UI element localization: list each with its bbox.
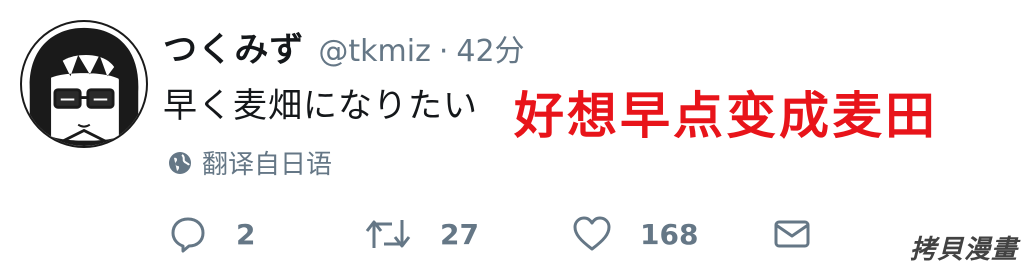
display-name[interactable]: つくみず [163, 22, 304, 71]
reply-button[interactable]: 2 [168, 214, 255, 254]
reply-icon [171, 217, 205, 253]
avatar-drawing [29, 27, 139, 146]
translate-link[interactable]: 翻译自日语 [168, 144, 332, 181]
translation-caption: 好想早点变成麦田 [514, 87, 938, 145]
separator-dot: · [438, 34, 449, 69]
direct-message-button[interactable] [772, 214, 812, 254]
like-button[interactable]: 168 [572, 214, 698, 254]
retweet-button[interactable]: 27 [364, 214, 479, 254]
like-count: 168 [640, 217, 699, 251]
user-handle[interactable]: @tkmiz [318, 34, 430, 69]
tweet-header: つくみず @tkmiz · 42分 [163, 22, 525, 71]
retweet-count: 27 [440, 217, 479, 251]
retweet-icon [365, 220, 411, 248]
heart-icon [573, 216, 611, 251]
timestamp[interactable]: 42分 [456, 26, 524, 70]
reply-count: 2 [236, 217, 256, 251]
translate-label: 翻译自日语 [202, 150, 333, 180]
tweet-text: 早く麦畑になりたい [163, 86, 478, 126]
envelope-icon [774, 220, 810, 248]
globe-icon [169, 151, 191, 174]
tweet-card: つくみず @tkmiz · 42分 早く麦畑になりたい 好想早点变成麦田 翻译自… [0, 0, 1032, 276]
avatar[interactable] [20, 20, 148, 148]
watermark: 拷貝漫畫 [909, 235, 1018, 265]
action-bar: 2 27 168 [168, 214, 828, 264]
